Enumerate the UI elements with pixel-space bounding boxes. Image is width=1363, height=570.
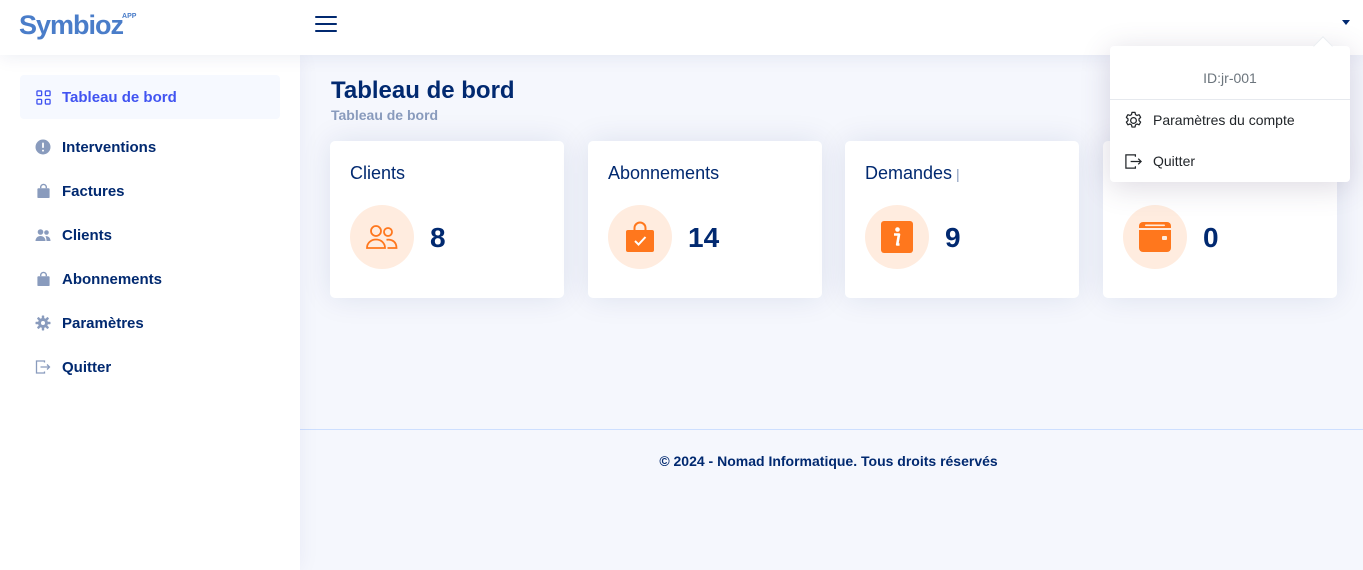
- gear-icon: [35, 315, 51, 331]
- user-id: ID:jr-001: [1203, 70, 1257, 86]
- hamburger-icon[interactable]: [315, 14, 337, 34]
- dropdown-item-label: Quitter: [1153, 153, 1196, 169]
- card-title-text: Demandes: [865, 163, 953, 183]
- clients-card: Clients 8: [330, 141, 564, 298]
- sidebar-item-label: Factures: [62, 182, 125, 200]
- title-separator: |: [956, 166, 960, 182]
- caret-down-icon[interactable]: [1342, 20, 1350, 25]
- dropdown-divider: [1110, 99, 1350, 100]
- logout-icon: [1124, 152, 1143, 171]
- card-value: 0: [1203, 222, 1219, 253]
- info-square-icon: [865, 205, 929, 269]
- demandes-card: Demandes | 9: [845, 141, 1079, 298]
- card-title: Clients: [350, 163, 406, 183]
- sidebar-item-interventions[interactable]: Interventions: [20, 125, 280, 169]
- card-title: Demandes |: [865, 163, 960, 184]
- bag-check-icon: [608, 205, 672, 269]
- sidebar-item-tableau-de-bord[interactable]: Tableau de bord: [20, 75, 280, 119]
- sidebar-item-label: Abonnements: [62, 270, 163, 288]
- footer-divider: [300, 429, 1363, 430]
- breadcrumb[interactable]: Tableau de bord: [331, 107, 438, 123]
- bag-icon: [35, 183, 51, 199]
- grid-icon: [35, 89, 51, 105]
- logout-item[interactable]: Quitter: [1124, 146, 1344, 176]
- logo[interactable]: Symbioz APP: [19, 11, 136, 41]
- people-icon: [350, 205, 414, 269]
- sidebar-item-clients[interactable]: Clients: [20, 213, 280, 257]
- sidebar-item-abonnements[interactable]: Abonnements: [20, 257, 280, 301]
- account-settings-item[interactable]: Paramètres du compte: [1124, 105, 1344, 135]
- card-value: 9: [945, 222, 961, 253]
- dropdown-item-label: Paramètres du compte: [1153, 112, 1295, 128]
- footer-copyright: © 2024 - Nomad Informatique. Tous droits…: [659, 453, 998, 469]
- sidebar-item-label: Paramètres: [62, 314, 144, 332]
- exclamation-circle-icon: [35, 139, 51, 155]
- account-dropdown: ID:jr-001 Paramètres du compte Quitter: [1110, 46, 1350, 182]
- card-value: 8: [430, 222, 446, 253]
- people-icon: [35, 227, 51, 243]
- abonnements-card: Abonnements 14: [588, 141, 822, 298]
- sidebar-item-factures[interactable]: Factures: [20, 169, 280, 213]
- sidebar-item-parametres[interactable]: Paramètres: [20, 301, 280, 345]
- sidebar-item-label: Quitter: [62, 358, 112, 376]
- page-title: Tableau de bord: [331, 77, 515, 104]
- card-value: 14: [688, 222, 720, 253]
- gear-icon: [1124, 111, 1143, 130]
- sidebar-item-label: Clients: [62, 226, 113, 244]
- logout-icon: [35, 359, 51, 375]
- card-title: Abonnements: [608, 163, 720, 183]
- sidebar-item-label: Interventions: [62, 138, 157, 156]
- logo-text: Symbioz: [19, 10, 124, 40]
- wallet-icon: [1123, 205, 1187, 269]
- sidebar: Tableau de bord Interventions Factures C…: [0, 55, 300, 570]
- bag-icon: [35, 271, 51, 287]
- logo-superscript: APP: [122, 13, 137, 20]
- sidebar-item-label: Tableau de bord: [62, 88, 177, 106]
- sidebar-item-quitter[interactable]: Quitter: [20, 345, 280, 389]
